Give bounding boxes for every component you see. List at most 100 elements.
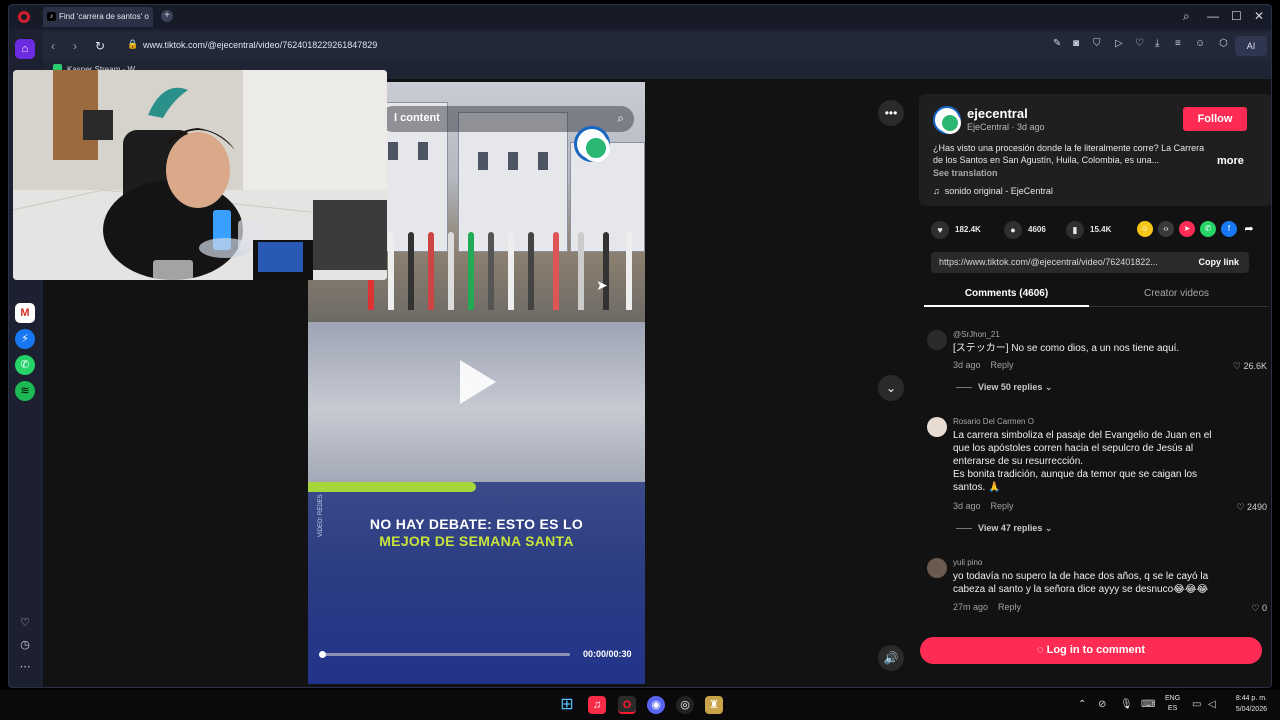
save-count: 15.4K bbox=[1090, 225, 1112, 235]
window bbox=[418, 142, 428, 160]
comment-button[interactable]: ● 4606 bbox=[1004, 221, 1046, 239]
sound-link[interactable]: ♫ sonido original - EjeCentral bbox=[933, 186, 1053, 196]
menu-icon[interactable]: ≡ bbox=[1175, 38, 1181, 49]
music-app-icon[interactable]: ♫ bbox=[588, 696, 606, 714]
back-button[interactable]: ‹ bbox=[51, 39, 55, 53]
comment-time: 27m ago bbox=[953, 602, 989, 612]
comment-user[interactable]: @SrJhon_21 bbox=[953, 330, 1000, 339]
heart-icon[interactable]: ♡ bbox=[1135, 38, 1144, 49]
more-options-button[interactable]: ••• bbox=[878, 100, 904, 126]
save-button[interactable]: ▮ 15.4K bbox=[1066, 221, 1111, 239]
heart-outline-icon: ♡ bbox=[1251, 603, 1260, 613]
volume-button[interactable]: 🔊 bbox=[878, 645, 904, 671]
more-button[interactable]: more bbox=[1217, 155, 1244, 167]
profile-icon[interactable]: ☺ bbox=[1195, 38, 1205, 49]
follow-button[interactable]: Follow bbox=[1183, 107, 1247, 131]
history-icon[interactable]: ◷ bbox=[15, 635, 35, 655]
comment-text: yo todavía no supero la de hace dos años… bbox=[953, 571, 1209, 595]
view-replies-button[interactable]: View 47 replies ⌄ bbox=[956, 523, 1052, 534]
lock-icon[interactable]: 🔒 bbox=[127, 39, 138, 50]
comment-like-count: 26.6K bbox=[1243, 361, 1267, 371]
spotify-icon[interactable]: ≋ bbox=[15, 381, 35, 401]
url-field[interactable]: www.tiktok.com/@ejecentral/video/7624018… bbox=[143, 40, 377, 50]
whatsapp-share-icon[interactable]: ✆ bbox=[1200, 221, 1216, 237]
taskbar-clock[interactable]: 8:44 p. m. 5/04/2026 bbox=[1225, 693, 1267, 715]
reload-button[interactable]: ↻ bbox=[95, 39, 105, 53]
edit-icon[interactable]: ✎ bbox=[1053, 38, 1061, 49]
facebook-share-icon[interactable]: f bbox=[1221, 221, 1237, 237]
see-translation-link[interactable]: See translation bbox=[933, 168, 998, 178]
copy-link-button[interactable]: Copy link bbox=[1198, 257, 1239, 267]
search-icon[interactable]: ⌕ bbox=[617, 111, 624, 126]
embed-icon[interactable]: ‹› bbox=[1158, 221, 1174, 237]
game-app-icon[interactable]: ♜ bbox=[705, 696, 723, 714]
extensions-icon[interactable]: ⬡ bbox=[1219, 38, 1228, 49]
comment-user[interactable]: Rosario Del Carmen O bbox=[953, 417, 1034, 426]
author-name[interactable]: ejecentral bbox=[967, 106, 1028, 121]
more-sidebar-icon[interactable]: ⋯ bbox=[15, 657, 35, 677]
gmail-icon[interactable]: M bbox=[15, 303, 35, 323]
chevron-down-icon: ⌄ bbox=[1044, 523, 1053, 533]
forward-button[interactable]: › bbox=[73, 39, 77, 53]
messenger-icon[interactable]: ⚡ bbox=[15, 329, 35, 349]
reply-button[interactable]: Reply bbox=[991, 501, 1014, 511]
avatar[interactable] bbox=[927, 417, 947, 437]
progress-handle[interactable] bbox=[319, 651, 326, 658]
comment-likes[interactable]: ♡ 26.6K bbox=[1233, 361, 1267, 372]
favorites-icon[interactable]: ♡ bbox=[15, 613, 35, 633]
browser-tab[interactable]: ♪ Find 'carrera de santos' o bbox=[43, 7, 153, 27]
tray-keyboard-icon[interactable]: ⌨ bbox=[1141, 699, 1155, 710]
play-icon[interactable] bbox=[460, 360, 496, 404]
minimize-button[interactable]: — bbox=[1207, 9, 1219, 23]
share-arrow-icon[interactable]: ➦ bbox=[1241, 221, 1257, 237]
video-link[interactable]: https://www.tiktok.com/@ejecentral/video… bbox=[939, 257, 1179, 267]
chrome-icon[interactable]: ◎ bbox=[676, 696, 694, 714]
tab-comments[interactable]: Comments (4606) bbox=[924, 285, 1089, 307]
lang-line2: ES bbox=[1167, 705, 1178, 712]
tray-mic-icon[interactable]: 🎙 bbox=[1120, 699, 1133, 710]
avatar[interactable] bbox=[927, 558, 947, 578]
tray-volume-icon[interactable]: ◁ bbox=[1208, 699, 1216, 710]
video-progress-bar[interactable] bbox=[319, 651, 570, 658]
whatsapp-icon[interactable]: ✆ bbox=[15, 355, 35, 375]
close-window-button[interactable]: ✕ bbox=[1254, 9, 1264, 23]
login-to-comment-button[interactable]: ◌ Log in to comment bbox=[920, 637, 1262, 664]
tray-monitor-icon[interactable]: ▭ bbox=[1192, 699, 1201, 710]
shield-icon[interactable]: ⛉ bbox=[1093, 38, 1101, 49]
windows-start-icon[interactable]: ⊞ bbox=[558, 696, 576, 714]
view-replies-button[interactable]: View 50 replies ⌄ bbox=[956, 382, 1052, 393]
send-icon[interactable]: ➤ bbox=[1179, 221, 1195, 237]
music-note-icon: ♫ bbox=[933, 186, 940, 196]
ai-button[interactable]: AI bbox=[1235, 36, 1267, 56]
home-icon[interactable]: ⌂ bbox=[15, 39, 35, 59]
reply-button[interactable]: Reply bbox=[991, 360, 1014, 370]
search-tabs-icon[interactable]: ⌕ bbox=[1183, 9, 1190, 24]
like-button[interactable]: ♥ 182.4K bbox=[931, 221, 981, 239]
player-icon[interactable]: ▷ bbox=[1115, 38, 1123, 49]
new-tab-button[interactable]: + bbox=[161, 10, 173, 22]
comment-likes[interactable]: ♡ 2490 bbox=[1236, 502, 1267, 513]
maximize-button[interactable]: ☐ bbox=[1231, 9, 1242, 23]
link-box: https://www.tiktok.com/@ejecentral/video… bbox=[931, 252, 1249, 273]
snapshot-icon[interactable]: ◙ bbox=[1073, 38, 1079, 49]
language-indicator[interactable]: ENG ES bbox=[1165, 694, 1180, 714]
opera-logo-icon[interactable] bbox=[18, 11, 30, 23]
person bbox=[553, 232, 559, 310]
reply-button[interactable]: Reply bbox=[998, 602, 1021, 612]
window bbox=[538, 152, 548, 170]
download-icon[interactable]: ⤓ bbox=[1155, 38, 1159, 49]
discord-icon[interactable]: ◉ bbox=[647, 696, 665, 714]
opera-taskbar-icon[interactable]: O bbox=[618, 696, 636, 714]
author-avatar[interactable] bbox=[933, 106, 961, 134]
avatar[interactable] bbox=[927, 330, 947, 350]
tab-creator-videos[interactable]: Creator videos bbox=[1094, 285, 1259, 307]
comment-likes[interactable]: ♡ 0 bbox=[1251, 603, 1267, 614]
window bbox=[478, 152, 488, 170]
tab-strip: ♪ Find 'carrera de santos' o + ⌕ — ☐ ✕ bbox=[9, 5, 1271, 29]
next-video-button[interactable]: ⌄ bbox=[878, 375, 904, 401]
share-emoji-icon[interactable]: ☺ bbox=[1137, 221, 1153, 237]
comment-meta: 27m ago Reply bbox=[953, 602, 1021, 612]
comment-user[interactable]: yuli pino bbox=[953, 558, 982, 567]
tray-mute-icon[interactable]: ⊘ bbox=[1098, 699, 1106, 710]
tray-chevron-icon[interactable]: ⌃ bbox=[1078, 699, 1086, 710]
